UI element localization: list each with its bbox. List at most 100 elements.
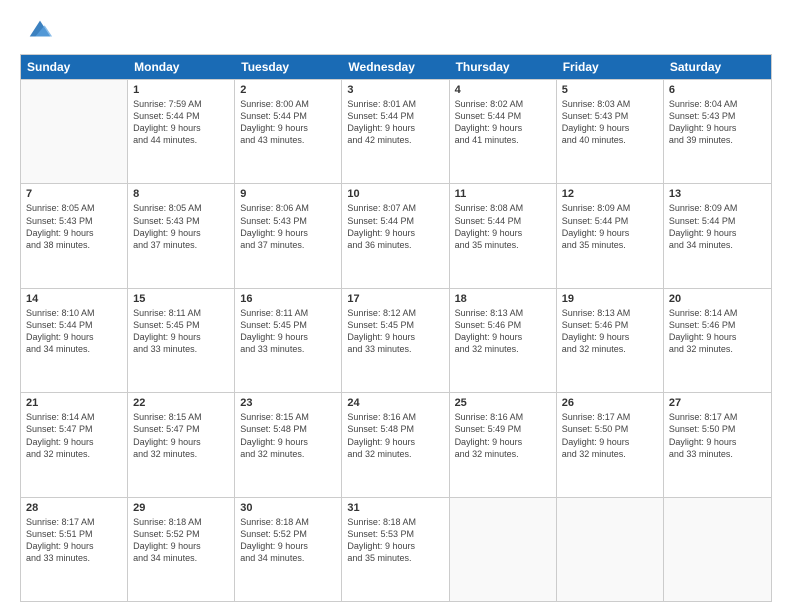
- day-number: 8: [133, 188, 229, 200]
- sunrise-text: Sunrise: 8:15 AM: [133, 411, 229, 423]
- empty-cell: [450, 498, 557, 601]
- daylight-text-2: and 34 minutes.: [26, 343, 122, 355]
- daylight-text-1: Daylight: 9 hours: [240, 436, 336, 448]
- sunset-text: Sunset: 5:44 PM: [669, 215, 766, 227]
- day-cell-11: 11Sunrise: 8:08 AMSunset: 5:44 PMDayligh…: [450, 184, 557, 287]
- daylight-text-1: Daylight: 9 hours: [133, 227, 229, 239]
- sunrise-text: Sunrise: 8:03 AM: [562, 98, 658, 110]
- daylight-text-2: and 44 minutes.: [133, 134, 229, 146]
- week-row-5: 28Sunrise: 8:17 AMSunset: 5:51 PMDayligh…: [21, 497, 771, 601]
- daylight-text-1: Daylight: 9 hours: [562, 331, 658, 343]
- daylight-text-1: Daylight: 9 hours: [347, 331, 443, 343]
- day-number: 30: [240, 502, 336, 514]
- sunset-text: Sunset: 5:50 PM: [562, 423, 658, 435]
- header-day-sunday: Sunday: [21, 55, 128, 79]
- sunrise-text: Sunrise: 8:16 AM: [347, 411, 443, 423]
- day-cell-17: 17Sunrise: 8:12 AMSunset: 5:45 PMDayligh…: [342, 289, 449, 392]
- sunset-text: Sunset: 5:45 PM: [240, 319, 336, 331]
- week-row-4: 21Sunrise: 8:14 AMSunset: 5:47 PMDayligh…: [21, 392, 771, 496]
- sunset-text: Sunset: 5:46 PM: [669, 319, 766, 331]
- daylight-text-1: Daylight: 9 hours: [669, 122, 766, 134]
- sunset-text: Sunset: 5:53 PM: [347, 528, 443, 540]
- sunrise-text: Sunrise: 8:00 AM: [240, 98, 336, 110]
- daylight-text-2: and 39 minutes.: [669, 134, 766, 146]
- day-cell-31: 31Sunrise: 8:18 AMSunset: 5:53 PMDayligh…: [342, 498, 449, 601]
- daylight-text-2: and 32 minutes.: [562, 343, 658, 355]
- day-number: 6: [669, 84, 766, 96]
- day-number: 12: [562, 188, 658, 200]
- day-number: 27: [669, 397, 766, 409]
- day-cell-12: 12Sunrise: 8:09 AMSunset: 5:44 PMDayligh…: [557, 184, 664, 287]
- sunrise-text: Sunrise: 8:04 AM: [669, 98, 766, 110]
- day-cell-24: 24Sunrise: 8:16 AMSunset: 5:48 PMDayligh…: [342, 393, 449, 496]
- day-number: 1: [133, 84, 229, 96]
- daylight-text-2: and 35 minutes.: [455, 239, 551, 251]
- daylight-text-1: Daylight: 9 hours: [562, 122, 658, 134]
- sunrise-text: Sunrise: 8:16 AM: [455, 411, 551, 423]
- day-number: 25: [455, 397, 551, 409]
- daylight-text-1: Daylight: 9 hours: [240, 540, 336, 552]
- day-cell-19: 19Sunrise: 8:13 AMSunset: 5:46 PMDayligh…: [557, 289, 664, 392]
- sunrise-text: Sunrise: 8:14 AM: [669, 307, 766, 319]
- daylight-text-1: Daylight: 9 hours: [26, 540, 122, 552]
- daylight-text-1: Daylight: 9 hours: [26, 331, 122, 343]
- page-header: [20, 16, 772, 44]
- daylight-text-2: and 38 minutes.: [26, 239, 122, 251]
- day-cell-26: 26Sunrise: 8:17 AMSunset: 5:50 PMDayligh…: [557, 393, 664, 496]
- daylight-text-2: and 41 minutes.: [455, 134, 551, 146]
- sunrise-text: Sunrise: 8:07 AM: [347, 202, 443, 214]
- day-number: 11: [455, 188, 551, 200]
- day-cell-1: 1Sunrise: 7:59 AMSunset: 5:44 PMDaylight…: [128, 80, 235, 183]
- daylight-text-1: Daylight: 9 hours: [669, 436, 766, 448]
- sunrise-text: Sunrise: 8:05 AM: [26, 202, 122, 214]
- daylight-text-1: Daylight: 9 hours: [26, 227, 122, 239]
- header-day-friday: Friday: [557, 55, 664, 79]
- sunset-text: Sunset: 5:43 PM: [26, 215, 122, 227]
- header-day-wednesday: Wednesday: [342, 55, 449, 79]
- sunset-text: Sunset: 5:50 PM: [669, 423, 766, 435]
- day-cell-10: 10Sunrise: 8:07 AMSunset: 5:44 PMDayligh…: [342, 184, 449, 287]
- daylight-text-1: Daylight: 9 hours: [347, 540, 443, 552]
- day-cell-6: 6 Sunrise: 8:04 AMSunset: 5:43 PMDaylight…: [664, 80, 771, 183]
- day-number: 24: [347, 397, 443, 409]
- daylight-text-2: and 32 minutes.: [455, 448, 551, 460]
- sunrise-text: Sunrise: 8:13 AM: [562, 307, 658, 319]
- day-number: 2: [240, 84, 336, 96]
- sunset-text: Sunset: 5:44 PM: [347, 110, 443, 122]
- sunrise-text: Sunrise: 8:18 AM: [133, 516, 229, 528]
- sunset-text: Sunset: 5:43 PM: [562, 110, 658, 122]
- day-cell-29: 29Sunrise: 8:18 AMSunset: 5:52 PMDayligh…: [128, 498, 235, 601]
- day-number: 5: [562, 84, 658, 96]
- sunset-text: Sunset: 5:43 PM: [669, 110, 766, 122]
- sunrise-text: Sunrise: 8:06 AM: [240, 202, 336, 214]
- sunrise-text: Sunrise: 8:17 AM: [26, 516, 122, 528]
- daylight-text-2: and 32 minutes.: [26, 448, 122, 460]
- day-number: 16: [240, 293, 336, 305]
- week-row-1: 1 Sunrise: 7:59 AM Sunset: 5:44 PM Daylight…: [21, 79, 771, 183]
- daylight-text-2: and 32 minutes.: [133, 448, 229, 460]
- sunrise-text: Sunrise: 8:17 AM: [669, 411, 766, 423]
- daylight-text-2: and 32 minutes.: [455, 343, 551, 355]
- daylight-text-1: Daylight: 9 hours: [455, 122, 551, 134]
- daylight-text-2: and 37 minutes.: [133, 239, 229, 251]
- daylight-text-1: Daylight: 9 hours: [562, 436, 658, 448]
- sunset-text: Sunset: 5:44 PM: [455, 215, 551, 227]
- sunrise-text: Sunrise: 8:13 AM: [455, 307, 551, 319]
- daylight-text-1: Daylight: 9 hours: [455, 227, 551, 239]
- daylight-text-1: Daylight: 9 hours: [133, 540, 229, 552]
- empty-cell: [557, 498, 664, 601]
- daylight-text-2: and 33 minutes.: [347, 343, 443, 355]
- day-number: 13: [669, 188, 766, 200]
- sunset-text: Sunset: 5:44 PM: [347, 215, 443, 227]
- daylight-text-2: and 32 minutes.: [562, 448, 658, 460]
- day-cell-28: 28Sunrise: 8:17 AMSunset: 5:51 PMDayligh…: [21, 498, 128, 601]
- sunset-text: Sunset: 5:52 PM: [133, 528, 229, 540]
- sunrise-text: Sunrise: 7:59 AM: [133, 98, 229, 110]
- day-number: 10: [347, 188, 443, 200]
- day-cell-18: 18Sunrise: 8:13 AMSunset: 5:46 PMDayligh…: [450, 289, 557, 392]
- sunrise-text: Sunrise: 8:17 AM: [562, 411, 658, 423]
- day-cell-23: 23Sunrise: 8:15 AMSunset: 5:48 PMDayligh…: [235, 393, 342, 496]
- daylight-text-1: Daylight: 9 hours: [347, 436, 443, 448]
- daylight-text-2: and 33 minutes.: [669, 448, 766, 460]
- daylight-text-1: Daylight: 9 hours: [240, 122, 336, 134]
